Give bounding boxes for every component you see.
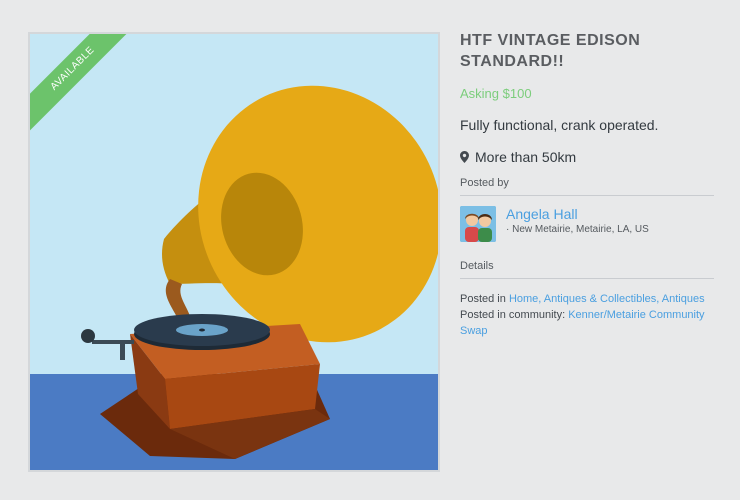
listing-description: Fully functional, crank operated. bbox=[460, 117, 659, 133]
community-row: Posted in community: Kenner/Metairie Com… bbox=[460, 307, 714, 339]
listing-title: HTF VINTAGE EDISON STANDARD!! bbox=[460, 32, 641, 70]
seller-location: · New Metairie, Metairie, LA, US bbox=[506, 224, 649, 235]
details-label: Details bbox=[460, 260, 494, 272]
seller-name-link[interactable]: Angela Hall bbox=[506, 206, 649, 222]
avatar[interactable] bbox=[460, 206, 496, 242]
posted-in-row: Posted in Home, Antiques & Collectibles,… bbox=[460, 291, 714, 307]
distance-text: More than 50km bbox=[475, 149, 577, 165]
posted-by-label: Posted by bbox=[460, 177, 509, 189]
divider bbox=[460, 195, 714, 196]
gramophone-illustration bbox=[30, 34, 438, 470]
divider bbox=[460, 278, 714, 279]
category-links[interactable]: Home, Antiques & Collectibles, Antiques bbox=[509, 293, 705, 305]
map-pin-icon bbox=[460, 151, 469, 163]
listing-distance: More than 50km bbox=[460, 149, 714, 165]
listing-price: Asking $100 bbox=[460, 86, 532, 101]
seller-card: Angela Hall · New Metairie, Metairie, LA… bbox=[460, 206, 714, 242]
posted-in-prefix: Posted in bbox=[460, 293, 506, 305]
listing-meta: Posted in Home, Antiques & Collectibles,… bbox=[460, 291, 714, 339]
community-prefix: Posted in community: bbox=[460, 309, 566, 321]
listing-photo[interactable]: AVAILABLE bbox=[28, 32, 440, 472]
listing-info: HTF VINTAGE EDISON STANDARD!! Asking $10… bbox=[460, 30, 714, 339]
